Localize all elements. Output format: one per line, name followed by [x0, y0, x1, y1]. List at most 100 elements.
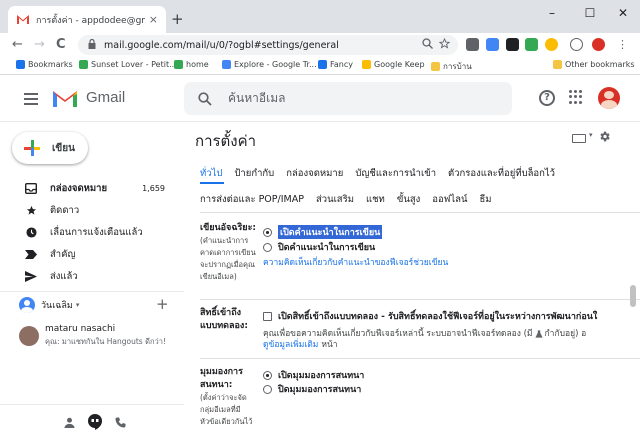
extension-icon[interactable]: [570, 38, 583, 51]
chevron-down-icon[interactable]: ▾: [589, 131, 593, 139]
sidebar-item-important[interactable]: สำคัญ: [0, 243, 184, 265]
bookmark-label: การบ้าน: [443, 62, 472, 71]
minimize-button[interactable]: –: [542, 6, 562, 20]
tab-filters[interactable]: ตัวกรองและที่อยู่ที่บล็อกไว้: [448, 166, 555, 181]
tab-general[interactable]: ทั่วไป: [200, 166, 222, 181]
account-avatar[interactable]: [598, 87, 620, 109]
option-label: เปิดมุมมองการสนทนา: [278, 371, 365, 381]
person-icon[interactable]: [64, 417, 75, 431]
tab-forwarding[interactable]: การส่งต่อและ POP/IMAP: [200, 192, 304, 207]
bookmark-item[interactable]: Explore - Google Tr...: [222, 60, 317, 69]
bookmark-favicon-icon: [362, 60, 371, 69]
extension-icon[interactable]: [506, 38, 519, 51]
learn-more-link[interactable]: ดูข้อมูลเพิ่มเติม: [263, 337, 318, 351]
conversation-view-on-option[interactable]: เปิดมุมมองการสนทนา: [263, 368, 364, 382]
option-label: ปิดคำแนะนำในการเขียน: [278, 243, 376, 253]
setting-divider: [200, 358, 640, 359]
google-apps-icon[interactable]: [569, 90, 583, 104]
tab-addons[interactable]: ส่วนเสริม: [316, 192, 354, 207]
maximize-button[interactable]: ☐: [580, 6, 600, 20]
help-icon[interactable]: ?: [539, 90, 555, 106]
conversation-view-off-option[interactable]: ปิดมุมมองการสนทนา: [263, 382, 361, 396]
phone-icon[interactable]: [115, 417, 126, 431]
keyboard-icon[interactable]: [572, 134, 586, 143]
add-contact-button[interactable]: +: [156, 297, 169, 312]
conversation-view-label: มุมมองการ สนทนา: (ตั้งค่าว่าจะจัด กลุ่มอ…: [200, 366, 260, 428]
smart-compose-off-option[interactable]: ปิดคำแนะนำในการเขียน: [263, 240, 375, 254]
experimental-access-checkbox[interactable]: [263, 311, 272, 321]
other-bookmarks[interactable]: Other bookmarks: [553, 60, 635, 69]
forward-button[interactable]: →: [34, 37, 45, 53]
sidebar-item-sent[interactable]: ส่งแล้ว: [0, 265, 184, 287]
tab-accounts[interactable]: บัญชีและการนำเข้า: [355, 166, 436, 181]
gmail-logo-icon[interactable]: [52, 88, 78, 112]
setting-title: มุมมองการ: [200, 367, 243, 377]
setting-title: สนทนา:: [200, 380, 233, 390]
search-icon[interactable]: [198, 91, 212, 106]
setting-divider: [200, 299, 640, 300]
hangouts-contact[interactable]: mataru nasachi คุณ: มาแชทกันใน Hangouts …: [19, 324, 166, 348]
tab-chat[interactable]: แชท: [366, 192, 385, 207]
feedback-link[interactable]: ความคิดเห็นเกี่ยวกับคำแนะนำของฟีเจอร์ช่ว…: [263, 255, 448, 269]
extension-icon[interactable]: [466, 38, 479, 51]
gmail-header: Gmail ค้นหาอีเมล ?: [0, 76, 640, 122]
smart-compose-feedback: ความคิดเห็นเกี่ยวกับคำแนะนำของฟีเจอร์ช่ว…: [263, 255, 448, 269]
sidebar: เขียน กล่องจดหมาย 1,659 ติดดาว เลื่อนการ…: [0, 122, 184, 441]
extension-icon[interactable]: [545, 38, 558, 51]
hangouts-icon[interactable]: [88, 414, 102, 433]
gear-icon[interactable]: [598, 130, 611, 147]
chevron-down-icon: ▾: [75, 301, 80, 309]
hangouts-user-menu[interactable]: วันเฉลิม ▾: [19, 297, 79, 313]
sidebar-item-snoozed[interactable]: เลื่อนการแจ้งเตือนแล้ว: [0, 221, 184, 243]
scrollbar-thumb[interactable]: [630, 285, 636, 307]
browser-window: การตั้งค่า - appdodee@gmail.com × + – ☐ …: [0, 0, 640, 441]
contact-name: mataru nasachi: [45, 324, 116, 334]
extension-icon[interactable]: [525, 38, 538, 51]
experimental-access-option[interactable]: เปิดสิทธิ์เข้าถึงแบบทดลอง - รับสิทธิ์ทดล…: [263, 309, 597, 323]
search-mail-input[interactable]: ค้นหาอีเมล: [184, 82, 512, 115]
smart-compose-on-radio[interactable]: [263, 227, 272, 237]
tab-close-icon[interactable]: ×: [149, 13, 158, 26]
compose-button[interactable]: เขียน: [12, 132, 88, 164]
tab-inbox[interactable]: กล่องจดหมาย: [286, 166, 343, 181]
extension-icon[interactable]: [486, 38, 499, 51]
new-tab-button[interactable]: +: [171, 12, 184, 27]
url-text: mail.google.com/mail/u/0/?ogbl#settings/…: [104, 39, 339, 51]
smart-compose-on-option[interactable]: เปิดคำแนะนำในการเขียน: [263, 225, 383, 239]
conversation-view-on-radio[interactable]: [263, 370, 272, 380]
close-window-button[interactable]: ✕: [613, 6, 633, 20]
browser-tab[interactable]: การตั้งค่า - appdodee@gmail.com ×: [8, 6, 166, 33]
conversation-view-off-radio[interactable]: [263, 384, 272, 394]
lock-icon: [88, 38, 96, 52]
bookmark-item[interactable]: home: [174, 60, 209, 69]
reload-button[interactable]: C: [56, 37, 66, 53]
bookmark-item[interactable]: Bookmarks: [16, 60, 73, 69]
bookmark-item[interactable]: Google Keep: [362, 60, 425, 69]
setting-description: จะปรากฏเมื่อคุณ: [200, 260, 255, 269]
sidebar-item-label: ส่งแล้ว: [50, 270, 78, 282]
setting-title: เขียนอัจฉริยะ:: [200, 223, 257, 233]
bookmark-star-icon: [16, 60, 25, 69]
tab-advanced[interactable]: ขั้นสูง: [397, 192, 420, 207]
bookmark-item[interactable]: Fancy: [318, 60, 353, 69]
bookmark-label: Bookmarks: [28, 60, 73, 69]
star-bookmark-icon[interactable]: [438, 37, 451, 52]
bookmark-item[interactable]: การบ้าน: [431, 60, 472, 73]
setting-description: หัวข้อเดียวกันไว้: [200, 417, 253, 426]
inbox-icon: [24, 181, 38, 195]
browser-menu-icon[interactable]: ⋮: [617, 37, 628, 53]
bookmark-item[interactable]: Sunset Lover - Petit...: [79, 60, 177, 69]
smart-compose-off-radio[interactable]: [263, 242, 272, 252]
address-bar[interactable]: mail.google.com/mail/u/0/?ogbl#settings/…: [78, 35, 458, 55]
main-menu-icon[interactable]: [24, 93, 38, 108]
tab-themes[interactable]: ธีม: [480, 192, 492, 207]
tab-labels[interactable]: ป้ายกำกับ: [234, 166, 274, 181]
settings-tabs-row2: การส่งต่อและ POP/IMAP ส่วนเสริม แชท ขั้น…: [184, 192, 492, 207]
zoom-icon[interactable]: [422, 38, 433, 52]
sidebar-item-inbox[interactable]: กล่องจดหมาย 1,659: [0, 177, 184, 199]
sidebar-item-starred[interactable]: ติดดาว: [0, 199, 184, 221]
tab-offline[interactable]: ออฟไลน์: [432, 192, 467, 207]
browser-toolbar: ← → C mail.google.com/mail/u/0/?ogbl#set…: [0, 33, 640, 57]
back-button[interactable]: ←: [12, 37, 23, 53]
profile-avatar-icon[interactable]: [592, 38, 605, 51]
